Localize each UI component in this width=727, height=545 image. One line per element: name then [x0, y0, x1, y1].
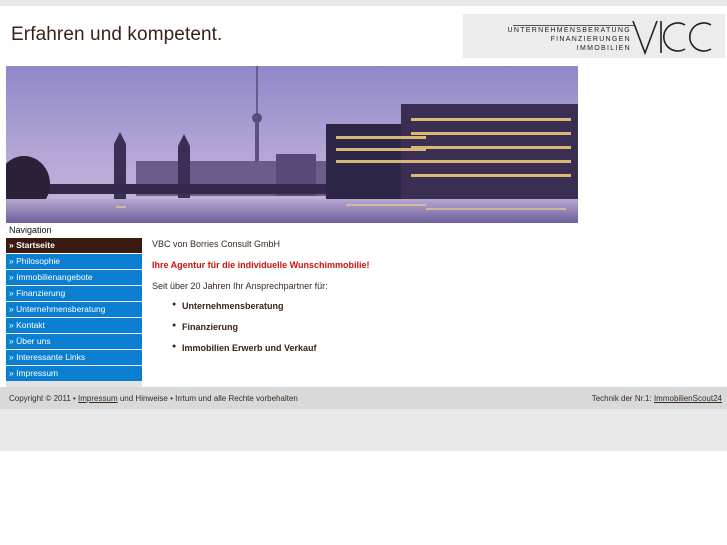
logo-line-1: UNTERNEHMENSBERATUNG [507, 27, 631, 34]
nav-item-philosophie[interactable]: » Philosophie [6, 254, 142, 269]
copyright-suffix: und Hinweise • Irrtum und alle Rechte vo… [119, 394, 298, 403]
nav-item-immobilienangebote[interactable]: » Immobilienangebote [6, 270, 142, 285]
service-item: Finanzierung [172, 322, 317, 343]
logo-line-3: IMMOBILIEN [576, 45, 631, 52]
intro-text: Seit über 20 Jahren Ihr Ansprechpartner … [152, 281, 328, 291]
logo-rule [513, 25, 635, 26]
nav-item-finanzierung[interactable]: » Finanzierung [6, 286, 142, 301]
bottom-band [0, 409, 727, 451]
tech-prefix: Technik der Nr.1: [591, 394, 652, 403]
nav-item-impressum[interactable]: » Impressum [6, 366, 142, 381]
immobilienscout-link[interactable]: ImmobilienScout24 [654, 394, 722, 403]
nav-item-ueber-uns[interactable]: » Über uns [6, 334, 142, 349]
headline: Ihre Agentur für die individuelle Wunsch… [152, 260, 370, 270]
footer-tech: Technik der Nr.1: ImmobilienScout24 [592, 394, 722, 403]
nav-item-kontakt[interactable]: » Kontakt [6, 318, 142, 333]
navigation-heading: Navigation [6, 224, 142, 238]
logo-line-2: FINANZIERUNGEN [550, 36, 631, 43]
footer-copyright: Copyright © 2011 • Impressum und Hinweis… [9, 394, 298, 403]
hero-banner-image [6, 66, 578, 223]
company-name: VBC von Borries Consult GmbH [152, 239, 281, 249]
vbc-logo-mark [632, 20, 712, 56]
nav-item-unternehmensberatung[interactable]: » Unternehmensberatung [6, 302, 142, 317]
company-logo[interactable]: UNTERNEHMENSBERATUNG FINANZIERUNGEN IMMO… [463, 14, 725, 58]
service-item: Unternehmensberatung [172, 301, 317, 322]
nav-item-startseite[interactable]: » Startseite [6, 238, 142, 253]
copyright-prefix: Copyright © 2011 • [9, 394, 76, 403]
banner-side-area [578, 66, 727, 387]
service-item: Immobilien Erwerb und Verkauf [172, 343, 317, 364]
services-list: Unternehmensberatung Finanzierung Immobi… [172, 301, 317, 364]
impressum-link[interactable]: Impressum [78, 394, 118, 403]
nav-item-interessante-links[interactable]: » Interessante Links [6, 350, 142, 365]
main-navigation: » Startseite » Philosophie » Immobiliena… [6, 238, 142, 382]
footer: Copyright © 2011 • Impressum und Hinweis… [0, 387, 727, 409]
page-slogan: Erfahren und kompetent. [11, 24, 223, 45]
